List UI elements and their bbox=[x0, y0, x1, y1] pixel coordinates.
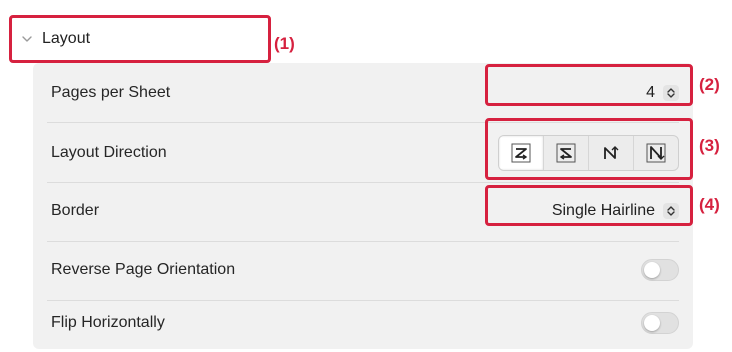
flip-horizontally-toggle[interactable] bbox=[641, 311, 679, 334]
layout-direction-segmented-control bbox=[498, 134, 679, 171]
pages-per-sheet-row: Pages per Sheet 4 bbox=[51, 63, 679, 122]
z-order-icon bbox=[511, 143, 531, 162]
flip-horizontally-row: Flip Horizontally bbox=[51, 293, 679, 352]
pages-per-sheet-value: 4 bbox=[646, 83, 655, 101]
up-down-arrows-icon bbox=[663, 202, 679, 219]
section-title: Layout bbox=[42, 30, 91, 47]
border-value: Single Hairline bbox=[551, 201, 655, 219]
reverse-orientation-label: Reverse Page Orientation bbox=[51, 260, 236, 278]
z-order-button[interactable] bbox=[499, 135, 544, 170]
layout-direction-row: Layout Direction bbox=[51, 123, 679, 182]
callout-4: (4) bbox=[699, 195, 720, 214]
reverse-orientation-row: Reverse Page Orientation bbox=[51, 240, 679, 299]
n-order-button[interactable] bbox=[589, 135, 634, 170]
callout-2: (2) bbox=[699, 75, 720, 94]
layout-section-header[interactable]: Layout bbox=[20, 27, 90, 51]
border-popup[interactable]: Single Hairline bbox=[552, 202, 679, 220]
layout-direction-label: Layout Direction bbox=[51, 143, 167, 161]
reverse-n-order-button[interactable] bbox=[634, 136, 678, 170]
border-label: Border bbox=[51, 201, 100, 219]
reverse-orientation-toggle[interactable] bbox=[641, 258, 679, 281]
n-order-icon bbox=[604, 145, 619, 159]
flip-horizontally-label: Flip Horizontally bbox=[51, 313, 165, 331]
up-down-arrows-icon bbox=[663, 84, 679, 101]
callout-3: (3) bbox=[699, 136, 720, 155]
chevron-down-icon bbox=[22, 36, 32, 42]
reverse-z-order-icon bbox=[556, 143, 576, 162]
reverse-z-order-button[interactable] bbox=[544, 135, 589, 170]
layout-panel: Pages per Sheet 4 Layout Direction Borde… bbox=[33, 63, 693, 349]
border-row: Border Single Hairline bbox=[51, 181, 679, 240]
callout-1: (1) bbox=[274, 34, 295, 53]
pages-per-sheet-popup[interactable]: 4 bbox=[646, 84, 679, 102]
pages-per-sheet-label: Pages per Sheet bbox=[51, 83, 171, 101]
reverse-n-order-icon bbox=[646, 143, 666, 162]
